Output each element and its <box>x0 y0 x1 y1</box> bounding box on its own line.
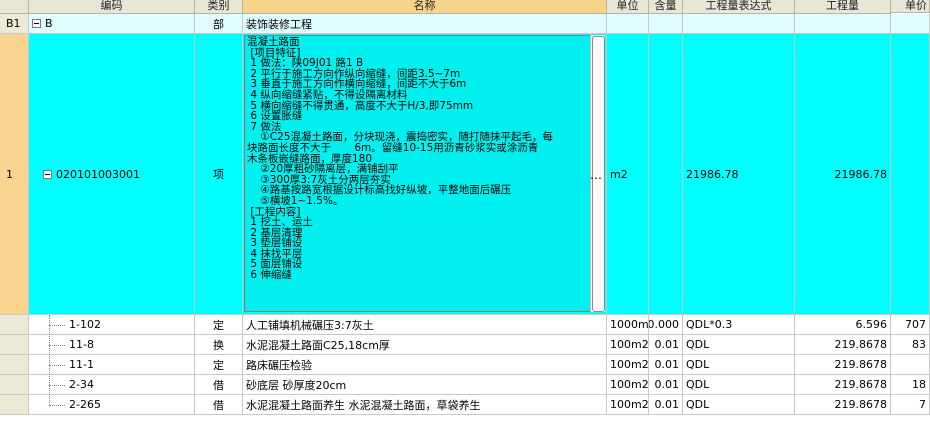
group-code: B <box>45 17 53 30</box>
main-type[interactable]: 项 <box>195 34 243 315</box>
sub-type[interactable]: 借 <box>195 375 243 395</box>
sub-expression[interactable]: QDL <box>683 335 795 355</box>
sub-price[interactable]: 707 <box>891 315 930 335</box>
sub-type[interactable]: 定 <box>195 315 243 335</box>
group-name[interactable]: 装饰装修工程 <box>243 14 607 34</box>
collapse-toggle-icon[interactable] <box>32 19 41 28</box>
description-editor[interactable]: 混凝土路面 [项目特征] 1 做法：陕09J01 路1 B 2 平行于施工方向作… <box>244 35 605 312</box>
sub-content[interactable]: 0.000 <box>649 315 683 335</box>
header-content[interactable]: 含量 <box>649 0 683 14</box>
main-unit[interactable]: m2 <box>607 34 649 315</box>
header-type[interactable]: 类别 <box>195 0 243 14</box>
tree-branch <box>49 405 65 406</box>
sub-content[interactable]: 0.01 <box>649 355 683 375</box>
header-name[interactable]: 名称 <box>243 0 607 14</box>
main-price[interactable] <box>891 34 930 315</box>
main-content[interactable] <box>649 34 683 315</box>
sub-type[interactable]: 借 <box>195 395 243 415</box>
group-price[interactable] <box>891 14 930 34</box>
tree-branch <box>49 365 65 366</box>
sub-content[interactable]: 0.01 <box>649 335 683 355</box>
description-line: 混凝土路面 <box>247 36 300 48</box>
sub-unit[interactable]: 1000m3 <box>607 315 649 335</box>
description-line: 5 面层铺设 <box>247 258 303 271</box>
row-number[interactable] <box>0 355 29 375</box>
main-quantity[interactable]: 21986.78 <box>795 34 891 315</box>
header-code[interactable]: 编码 <box>29 0 195 14</box>
sub-price[interactable]: 18 <box>891 375 930 395</box>
sub-content[interactable]: 0.01 <box>649 395 683 415</box>
tree-branch <box>49 345 65 346</box>
group-expression[interactable] <box>683 14 795 34</box>
description-line: 6 设置胀缝 <box>247 110 303 123</box>
sub-name[interactable]: 人工铺填机械碾压3:7灰土 <box>243 315 607 335</box>
sub-name[interactable]: 水泥混凝土路面C25,18cm厚 <box>243 335 607 355</box>
group-type[interactable]: 部 <box>195 14 243 34</box>
group-code-cell[interactable]: B <box>29 14 195 34</box>
ellipsis-button[interactable]: … <box>590 168 602 182</box>
tree-branch <box>49 385 65 386</box>
quantity-grid: 编码 类别 名称 单位 含量 工程量表达式 工程量 单价 B1 B 部 装饰装修… <box>0 0 930 423</box>
sub-unit[interactable]: 100m2 <box>607 395 649 415</box>
sub-price[interactable]: 83 <box>891 335 930 355</box>
header-unit[interactable]: 单位 <box>607 0 649 14</box>
sub-quantity[interactable]: 219.8678 <box>795 335 891 355</box>
description-line: 4 纵向缩缝紧贴，不得设隔离材料 <box>247 88 408 101</box>
sub-expression[interactable]: QDL <box>683 395 795 415</box>
row-number[interactable] <box>0 315 29 335</box>
row-number[interactable] <box>0 375 29 395</box>
row-number[interactable] <box>0 395 29 415</box>
sub-type[interactable]: 换 <box>195 335 243 355</box>
sub-name[interactable]: 砂底层 砂厚度20cm <box>243 375 607 395</box>
row-number[interactable] <box>0 335 29 355</box>
header-price[interactable]: 单价 <box>891 0 930 13</box>
sub-price[interactable]: 7 <box>891 395 930 415</box>
sub-quantity[interactable]: 219.8678 <box>795 395 891 415</box>
header-quantity[interactable]: 工程量 <box>795 0 891 14</box>
header-corner <box>0 0 29 14</box>
sub-expression[interactable]: QDL*0.3 <box>683 315 795 335</box>
main-code-cell[interactable]: 020101003001 <box>29 34 195 315</box>
sub-quantity[interactable]: 219.8678 <box>795 375 891 395</box>
sub-expression[interactable]: QDL <box>683 355 795 375</box>
description-line: 6 伸缩缝 <box>247 269 292 282</box>
group-unit[interactable] <box>607 14 649 34</box>
row-number[interactable]: B1 <box>0 14 29 34</box>
description-line: 块路面长度不大于 6m。留缝10-15用沥青砂浆实或涂沥青 <box>247 141 539 154</box>
sub-unit[interactable]: 100m2 <box>607 355 649 375</box>
sub-expression[interactable]: QDL <box>683 375 795 395</box>
header-expression[interactable]: 工程量表达式 <box>683 0 795 14</box>
group-content[interactable] <box>649 14 683 34</box>
sub-unit[interactable]: 100m2 <box>607 375 649 395</box>
group-quantity[interactable] <box>795 14 891 34</box>
main-expression[interactable]: 21986.78 <box>683 34 795 315</box>
tree-connector <box>49 315 50 405</box>
collapse-toggle-icon[interactable] <box>43 169 52 179</box>
tree-branch <box>49 325 65 326</box>
sub-price[interactable] <box>891 355 930 375</box>
main-code: 020101003001 <box>56 167 140 181</box>
sub-content[interactable]: 0.01 <box>649 375 683 395</box>
sub-type[interactable]: 定 <box>195 355 243 375</box>
sub-quantity[interactable]: 6.596 <box>795 315 891 335</box>
sub-unit[interactable]: 100m2 <box>607 335 649 355</box>
sub-quantity[interactable]: 219.8678 <box>795 355 891 375</box>
sub-name[interactable]: 路床碾压检验 <box>243 355 607 375</box>
description-line: ⑤横坡1~1.5%。 <box>247 194 344 207</box>
row-number-selected[interactable]: 1 <box>0 34 29 315</box>
sub-name[interactable]: 水泥混凝土路面养生 水泥混凝土路面，草袋养生 <box>243 395 607 415</box>
